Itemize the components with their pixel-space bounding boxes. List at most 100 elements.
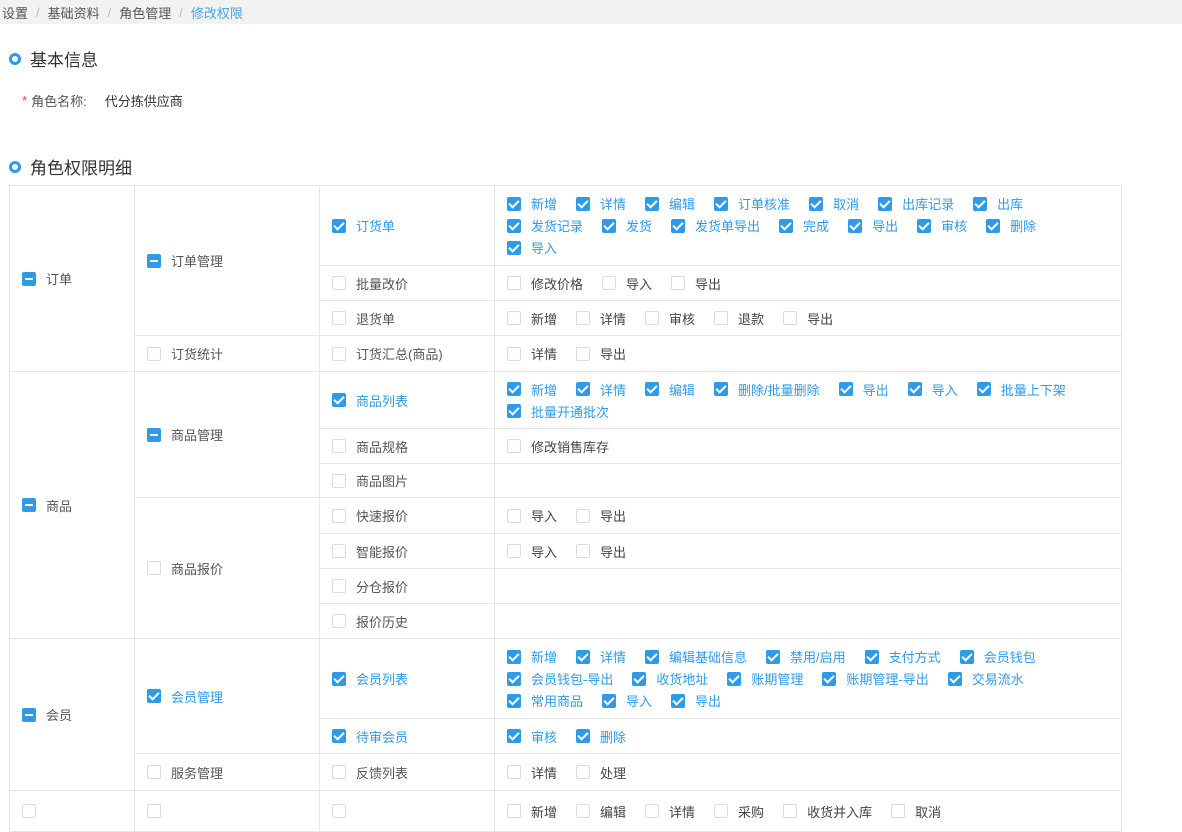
action-item[interactable]: 导入 (507, 237, 557, 259)
action-checkbox[interactable] (645, 804, 660, 818)
action-checkbox[interactable] (878, 196, 893, 211)
action-item[interactable]: 新增 (507, 800, 557, 822)
action-checkbox[interactable] (714, 311, 729, 325)
action-checkbox[interactable] (576, 311, 591, 325)
action-item[interactable]: 导出 (671, 690, 721, 712)
breadcrumb-item[interactable]: 设置 (2, 3, 28, 22)
action-checkbox[interactable] (507, 311, 521, 325)
action-item[interactable]: 采购 (714, 800, 764, 822)
action-item[interactable]: 详情 (507, 761, 557, 783)
action-item[interactable]: 新增 (507, 378, 557, 400)
page-checkbox[interactable] (332, 579, 346, 593)
action-item[interactable]: 导出 (848, 215, 898, 237)
action-item[interactable]: 导出 (576, 540, 626, 562)
action-item[interactable]: 编辑 (645, 193, 695, 215)
action-item[interactable]: 详情 (507, 343, 557, 365)
action-checkbox[interactable] (973, 196, 988, 211)
action-checkbox[interactable] (576, 765, 591, 779)
page-checkbox[interactable] (332, 311, 346, 325)
action-item[interactable]: 批量开通批次 (507, 400, 609, 422)
action-checkbox[interactable] (907, 382, 922, 396)
action-item[interactable]: 导入 (507, 505, 557, 527)
module-checkbox[interactable] (147, 427, 161, 442)
action-checkbox[interactable] (959, 649, 974, 664)
action-item[interactable]: 导出 (576, 505, 626, 527)
action-item[interactable]: 导入 (507, 540, 557, 562)
action-checkbox[interactable] (576, 544, 591, 558)
page-checkbox[interactable] (332, 439, 346, 453)
module-checkbox[interactable] (147, 765, 161, 779)
action-item[interactable]: 收货并入库 (783, 800, 872, 822)
action-checkbox[interactable] (576, 508, 591, 523)
action-item[interactable]: 账期管理-导出 (822, 668, 929, 690)
action-checkbox[interactable] (602, 276, 617, 290)
action-checkbox[interactable] (507, 240, 521, 255)
action-checkbox[interactable] (507, 346, 521, 361)
action-item[interactable]: 支付方式 (864, 646, 941, 668)
page-checkbox[interactable] (332, 218, 346, 233)
page-checkbox[interactable] (332, 729, 346, 743)
action-item[interactable]: 会员钱包-导出 (507, 668, 613, 690)
action-item[interactable]: 取消 (809, 193, 859, 215)
action-item[interactable]: 导出 (576, 343, 626, 365)
action-checkbox[interactable] (576, 346, 591, 361)
action-item[interactable]: 新增 (507, 646, 557, 668)
action-item[interactable]: 完成 (779, 215, 829, 237)
module-checkbox[interactable] (147, 346, 161, 361)
action-item[interactable]: 新增 (507, 193, 557, 215)
page-checkbox[interactable] (332, 473, 346, 488)
action-item[interactable]: 订单核准 (714, 193, 790, 215)
page-checkbox[interactable] (332, 346, 346, 361)
action-item[interactable]: 处理 (576, 761, 626, 783)
page-checkbox[interactable] (332, 393, 346, 407)
action-item[interactable]: 收货地址 (632, 668, 708, 690)
action-item[interactable]: 修改销售库存 (507, 435, 609, 457)
action-checkbox[interactable] (645, 311, 660, 325)
action-item[interactable]: 编辑 (576, 800, 626, 822)
action-checkbox[interactable] (576, 382, 591, 396)
action-item[interactable]: 删除 (986, 215, 1036, 237)
action-item[interactable]: 批量上下架 (976, 378, 1066, 400)
action-checkbox[interactable] (507, 729, 521, 743)
action-checkbox[interactable] (947, 671, 962, 686)
action-checkbox[interactable] (507, 544, 521, 558)
action-checkbox[interactable] (645, 382, 660, 396)
action-checkbox[interactable] (838, 382, 853, 396)
action-checkbox[interactable] (864, 649, 879, 664)
page-checkbox[interactable] (332, 276, 346, 290)
action-checkbox[interactable] (507, 508, 521, 523)
action-item[interactable]: 修改价格 (507, 272, 583, 294)
action-item[interactable]: 出库记录 (878, 193, 954, 215)
action-checkbox[interactable] (714, 804, 729, 818)
module-checkbox[interactable] (147, 804, 161, 818)
page-checkbox[interactable] (332, 508, 346, 523)
action-checkbox[interactable] (917, 218, 932, 233)
action-item[interactable]: 删除/批量删除 (714, 378, 820, 400)
action-checkbox[interactable] (602, 693, 617, 708)
action-item[interactable]: 出库 (973, 193, 1023, 215)
page-checkbox[interactable] (332, 614, 346, 628)
action-checkbox[interactable] (783, 311, 798, 325)
action-item[interactable]: 详情 (576, 378, 626, 400)
action-checkbox[interactable] (507, 804, 521, 818)
action-item[interactable]: 发货 (602, 215, 652, 237)
action-checkbox[interactable] (507, 693, 521, 708)
action-checkbox[interactable] (645, 196, 660, 211)
action-checkbox[interactable] (576, 804, 591, 818)
action-checkbox[interactable] (507, 404, 521, 418)
action-checkbox[interactable] (671, 218, 686, 233)
action-checkbox[interactable] (645, 649, 660, 664)
action-checkbox[interactable] (809, 196, 824, 211)
action-checkbox[interactable] (507, 382, 521, 396)
action-checkbox[interactable] (766, 649, 781, 664)
action-item[interactable]: 详情 (576, 646, 626, 668)
page-checkbox[interactable] (332, 544, 346, 558)
action-checkbox[interactable] (507, 671, 521, 686)
action-item[interactable]: 账期管理 (727, 668, 803, 690)
action-item[interactable]: 常用商品 (507, 690, 583, 712)
module-checkbox[interactable] (147, 689, 161, 703)
action-checkbox[interactable] (632, 671, 647, 686)
action-item[interactable]: 编辑基础信息 (645, 646, 747, 668)
action-checkbox[interactable] (576, 649, 591, 664)
action-item[interactable]: 会员钱包 (959, 646, 1036, 668)
